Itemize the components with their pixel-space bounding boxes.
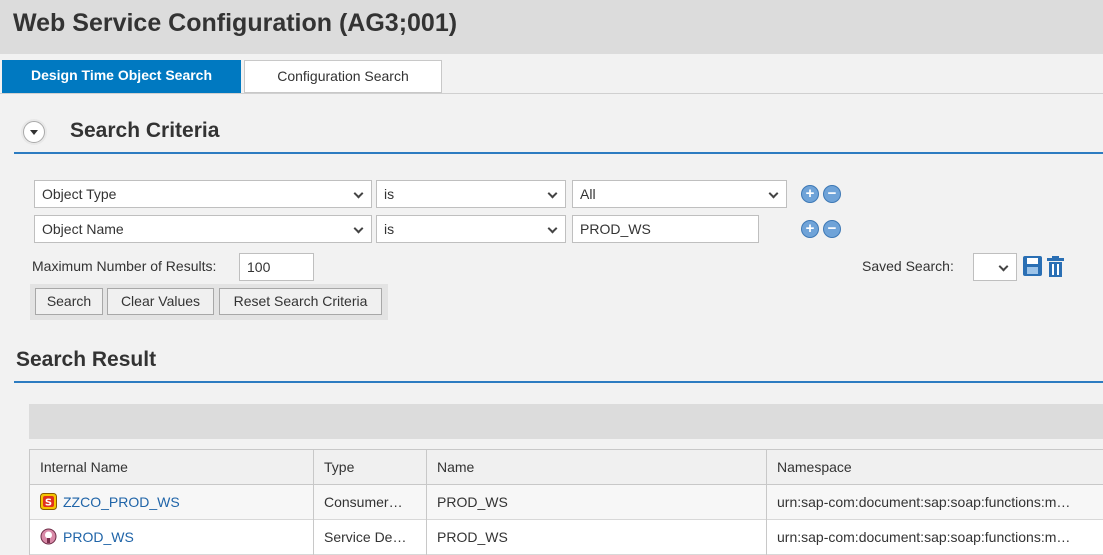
save-icon[interactable] <box>1023 256 1042 276</box>
namespace-cell: urn:sap-com:document:sap:soap:functions:… <box>766 520 1103 555</box>
max-results-label: Maximum Number of Results: <box>32 258 217 274</box>
criteria-field-dropdown-2[interactable]: Object Name <box>34 215 372 243</box>
internal-name-link[interactable]: ZZCO_PROD_WS <box>63 494 180 510</box>
max-results-input[interactable]: 100 <box>239 253 314 281</box>
saved-search-dropdown[interactable] <box>973 253 1017 281</box>
criteria-operator-dropdown-1[interactable]: is <box>376 180 566 208</box>
column-header-type[interactable]: Type <box>313 450 426 485</box>
tab-configuration-search[interactable]: Configuration Search <box>244 60 442 93</box>
criteria-operator-dropdown-2[interactable]: is <box>376 215 566 243</box>
type-cell: Service De… <box>313 520 426 555</box>
criteria-operator-value-1: is <box>384 186 395 202</box>
type-cell: Consumer… <box>313 485 426 520</box>
search-button[interactable]: Search <box>35 288 103 315</box>
criteria-field-value-1: Object Type <box>42 186 117 202</box>
chevron-down-icon <box>768 188 779 199</box>
svg-text:S: S <box>45 498 52 509</box>
remove-row-icon-1[interactable]: − <box>823 185 841 203</box>
collapse-chevron-icon[interactable] <box>23 121 45 143</box>
consumer-proxy-icon: S <box>40 493 57 510</box>
table-row[interactable]: PROD_WS Service De… PROD_WS urn:sap-com:… <box>29 520 1103 555</box>
clear-values-button[interactable]: Clear Values <box>107 288 214 315</box>
search-criteria-title: Search Criteria <box>70 119 220 142</box>
result-table: Internal Name Type Name Namespace S ZZCO… <box>29 449 1103 555</box>
criteria-value-input-2[interactable]: PROD_WS <box>572 215 759 243</box>
criteria-operator-value-2: is <box>384 221 395 237</box>
name-cell: PROD_WS <box>426 520 766 555</box>
tab-strip: Design Time Object Search Configuration … <box>0 54 1103 94</box>
chevron-down-icon <box>547 188 558 199</box>
add-row-icon-2[interactable]: + <box>801 220 819 238</box>
search-result-title: Search Result <box>16 348 157 371</box>
internal-name-link[interactable]: PROD_WS <box>63 529 134 545</box>
column-header-name[interactable]: Name <box>426 450 766 485</box>
chevron-down-icon <box>353 223 364 234</box>
reset-search-criteria-button[interactable]: Reset Search Criteria <box>219 288 382 315</box>
page-title: Web Service Configuration (AG3;001) <box>13 9 458 37</box>
column-header-namespace[interactable]: Namespace <box>766 450 1103 485</box>
criteria-value-1: All <box>580 186 596 202</box>
internal-name-cell: S ZZCO_PROD_WS <box>29 485 313 520</box>
service-definition-icon <box>40 528 57 545</box>
remove-row-icon-2[interactable]: − <box>823 220 841 238</box>
add-row-icon-1[interactable]: + <box>801 185 819 203</box>
column-header-internal-name[interactable]: Internal Name <box>29 450 313 485</box>
namespace-cell: urn:sap-com:document:sap:soap:functions:… <box>766 485 1103 520</box>
chevron-down-icon <box>547 223 558 234</box>
chevron-down-icon <box>998 261 1009 272</box>
table-row[interactable]: S ZZCO_PROD_WS Consumer… PROD_WS urn:sap… <box>29 485 1103 520</box>
chevron-down-icon <box>353 188 364 199</box>
criteria-field-value-2: Object Name <box>42 221 124 237</box>
result-toolbar <box>29 404 1103 439</box>
search-criteria-header: Search Criteria <box>14 116 1103 154</box>
internal-name-cell: PROD_WS <box>29 520 313 555</box>
name-cell: PROD_WS <box>426 485 766 520</box>
saved-search-label: Saved Search: <box>862 258 954 274</box>
criteria-value-dropdown-1[interactable]: All <box>572 180 787 208</box>
table-header-row: Internal Name Type Name Namespace <box>29 450 1103 485</box>
criteria-field-dropdown-1[interactable]: Object Type <box>34 180 372 208</box>
trash-icon[interactable] <box>1047 256 1064 277</box>
search-result-header: Search Result <box>14 345 1103 383</box>
search-button-bar: Search Clear Values Reset Search Criteri… <box>30 284 388 320</box>
tab-design-time-object-search[interactable]: Design Time Object Search <box>2 60 241 93</box>
title-bar: Web Service Configuration (AG3;001) <box>0 0 1103 54</box>
